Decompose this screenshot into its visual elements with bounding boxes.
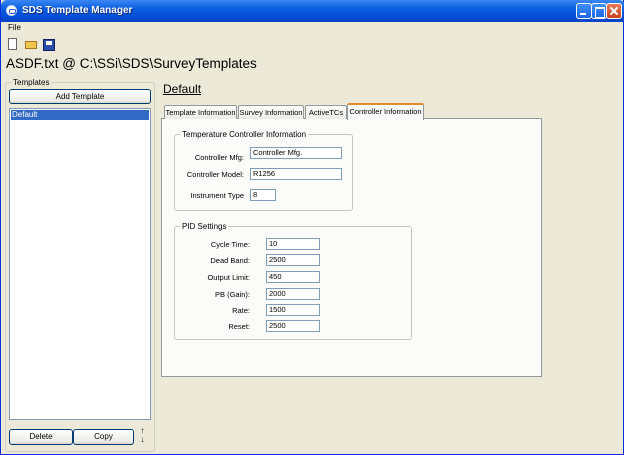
pid-settings-group-label: PID Settings	[180, 222, 229, 231]
reset-label: Reset:	[228, 322, 250, 331]
menu-file[interactable]: File	[8, 23, 21, 32]
app-window: SDS Template Manager File ASDF.txt @ C:\…	[0, 0, 624, 455]
rate-field[interactable]: 1500	[266, 304, 320, 316]
pb-gain-field[interactable]: 2000	[266, 288, 320, 300]
controller-model-label: Controller Model:	[186, 170, 244, 179]
tab-controller-information[interactable]: Controller Information	[347, 103, 424, 120]
open-folder-icon[interactable]	[23, 37, 39, 52]
title-bar[interactable]: SDS Template Manager	[1, 0, 624, 22]
output-limit-label: Output Limit:	[207, 273, 250, 282]
save-disk-icon[interactable]	[41, 37, 57, 52]
add-template-button[interactable]: Add Template	[9, 89, 151, 104]
maximize-button[interactable]	[591, 3, 607, 19]
reset-field[interactable]: 2500	[266, 320, 320, 332]
template-file-path: ASDF.txt @ C:\SSi\SDS\SurveyTemplates	[6, 56, 257, 71]
controller-mfg-field[interactable]: Controller Mfg.	[250, 147, 342, 159]
templates-group-label: Templates	[11, 78, 52, 87]
rate-label: Rate:	[232, 306, 250, 315]
window-title: SDS Template Manager	[22, 5, 133, 16]
up-arrow-icon[interactable]: ↑	[134, 426, 151, 435]
copy-button[interactable]: Copy	[73, 429, 134, 445]
list-item[interactable]: Default	[11, 110, 149, 120]
reorder-buttons[interactable]: ↑ ↓	[134, 426, 151, 446]
cycle-time-field[interactable]: 10	[266, 238, 320, 250]
minimize-button[interactable]	[576, 3, 592, 19]
temperature-controller-group-label: Temperature Controller Information	[180, 130, 309, 139]
instrument-type-field[interactable]: 8	[250, 189, 276, 201]
tab-active-tcs[interactable]: ActiveTCs	[305, 105, 347, 119]
down-arrow-icon[interactable]: ↓	[134, 435, 151, 444]
pb-gain-label: PB (Gain):	[214, 290, 250, 299]
dead-band-field[interactable]: 2500	[266, 254, 320, 266]
new-document-icon[interactable]	[5, 37, 21, 52]
controller-model-field[interactable]: R1256	[250, 168, 342, 180]
close-button[interactable]	[606, 3, 622, 19]
menu-bar: File	[2, 22, 624, 34]
cycle-time-label: Cycle Time:	[210, 240, 250, 249]
toolbar	[2, 35, 624, 53]
output-limit-field[interactable]: 450	[266, 271, 320, 283]
tab-survey-information[interactable]: Survey Information	[238, 105, 304, 119]
delete-button[interactable]: Delete	[9, 429, 73, 445]
tab-template-information[interactable]: Template Information	[164, 105, 237, 119]
dead-band-label: Dead Band:	[210, 256, 250, 265]
controller-mfg-label: Controller Mfg:	[194, 153, 244, 162]
page-title: Default	[163, 82, 202, 96]
instrument-type-label: Instrument Type	[190, 191, 244, 200]
app-icon	[6, 5, 17, 16]
templates-list[interactable]: Default	[9, 108, 151, 420]
